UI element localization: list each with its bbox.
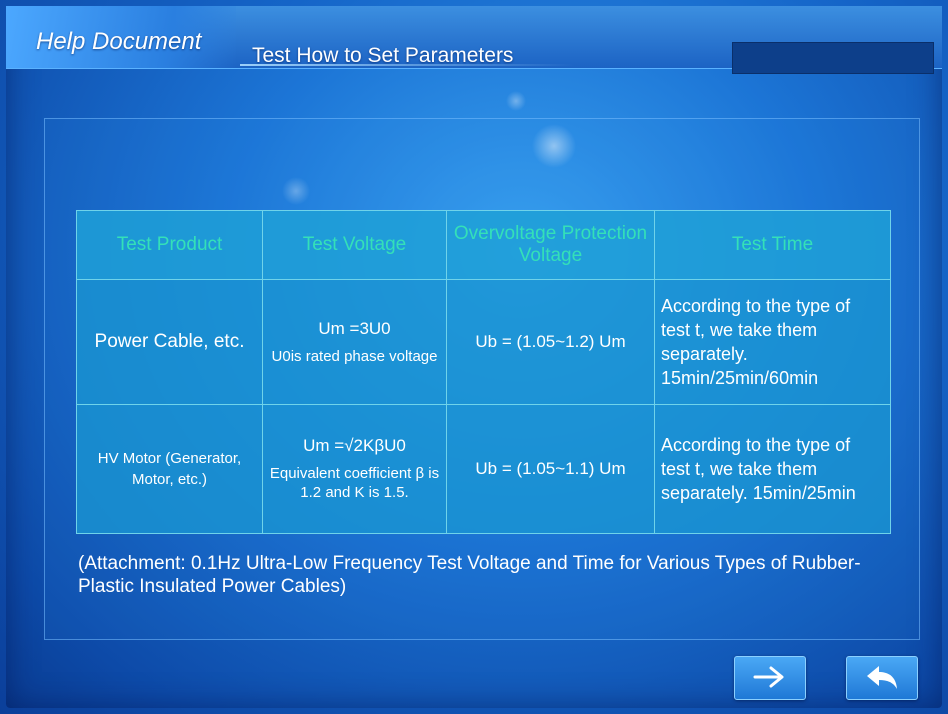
cell-overvoltage: Ub = (1.05~1.1) Um xyxy=(446,404,655,534)
voltage-note: U0is rated phase voltage xyxy=(271,347,438,365)
header-overvoltage-protection: Overvoltage Protection Voltage xyxy=(446,210,655,280)
attachment-note: (Attachment: 0.1Hz Ultra-Low Frequency T… xyxy=(78,553,861,597)
header-test-time: Test Time xyxy=(654,210,891,280)
table-row: HV Motor (Generator, Motor, etc.) Um =√2… xyxy=(76,404,891,534)
return-arrow-icon xyxy=(865,666,899,697)
voltage-formula: Um =3U0 xyxy=(318,318,391,338)
cell-product: HV Motor (Generator, Motor, etc.) xyxy=(76,404,263,534)
subtitle-underline xyxy=(240,64,575,66)
cell-test-time: According to the type of test t, we take… xyxy=(654,404,891,534)
cell-product: Power Cable, etc. xyxy=(76,279,263,405)
cell-voltage: Um =3U0 U0is rated phase voltage xyxy=(262,279,447,405)
voltage-note: Equivalent coefficient β is 1.2 and K is… xyxy=(269,465,440,501)
cell-test-time: According to the type of test t, we take… xyxy=(654,279,891,405)
cell-voltage: Um =√2KβU0 Equivalent coefficient β is 1… xyxy=(262,404,447,534)
table-header-row: Test Product Test Voltage Overvoltage Pr… xyxy=(76,210,891,280)
table-row: Power Cable, etc. Um =3U0 U0is rated pha… xyxy=(76,279,891,405)
header-status-box xyxy=(732,42,934,74)
header-test-product: Test Product xyxy=(76,210,263,280)
next-button[interactable] xyxy=(734,656,806,700)
page-title: Help Document xyxy=(36,28,202,55)
voltage-formula: Um =√2KβU0 xyxy=(303,436,406,455)
arrow-right-icon xyxy=(753,664,787,695)
header-bar: Help Document Test How to Set Parameters xyxy=(6,6,942,74)
back-button[interactable] xyxy=(846,656,918,700)
header-test-voltage: Test Voltage xyxy=(262,210,447,280)
parameters-table: Test Product Test Voltage Overvoltage Pr… xyxy=(76,210,891,534)
cell-overvoltage: Ub = (1.05~1.2) Um xyxy=(446,279,655,405)
